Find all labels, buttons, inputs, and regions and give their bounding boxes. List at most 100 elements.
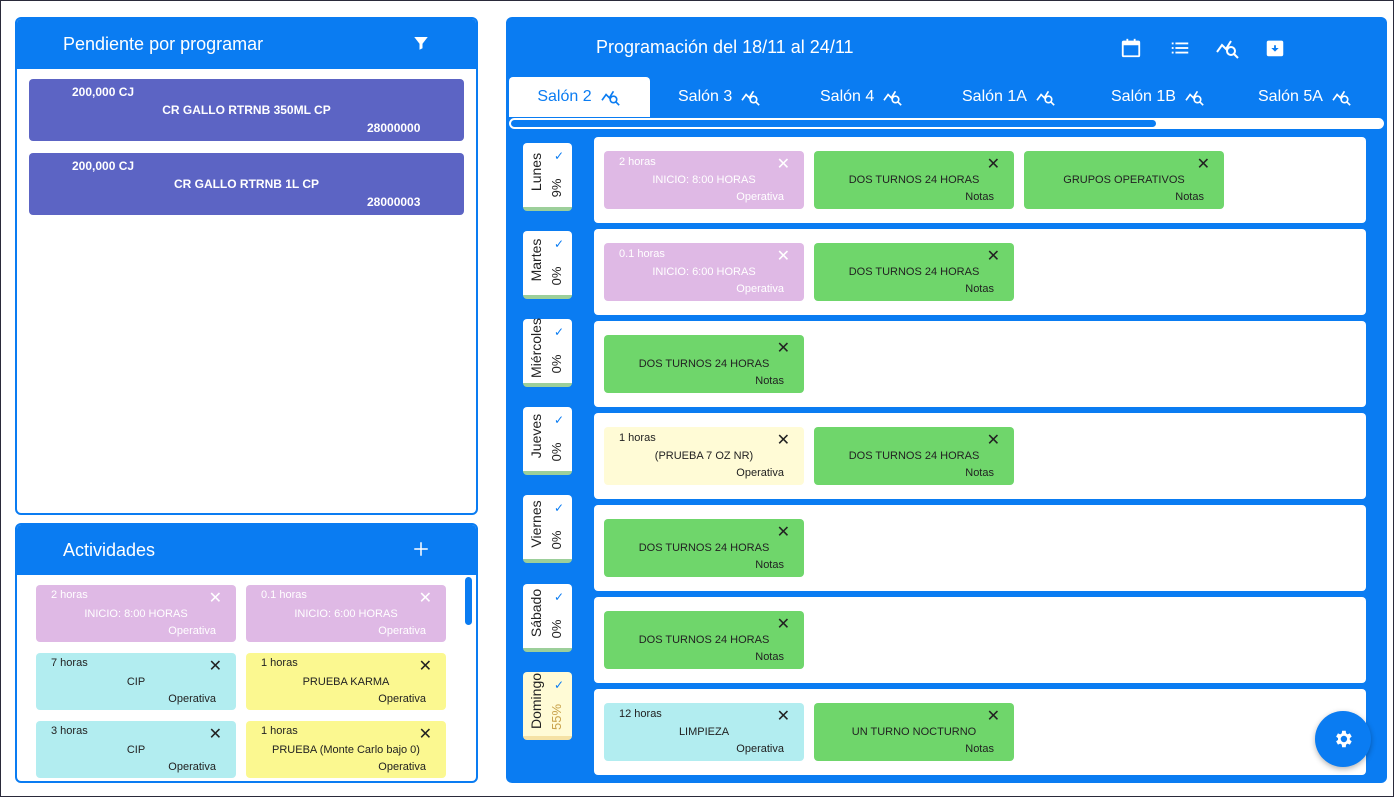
activity-hours: 3 horas — [51, 725, 88, 737]
close-icon[interactable]: ✕ — [987, 706, 1000, 726]
activity-title: INICIO: 8:00 HORAS — [84, 608, 188, 620]
day-tab-miercoles[interactable]: ✓ Miércoles 0% — [523, 318, 572, 387]
close-icon[interactable]: ✕ — [209, 656, 222, 676]
close-icon[interactable]: ✕ — [209, 724, 222, 744]
event-title: (PRUEBA 7 OZ NR) — [654, 450, 754, 462]
activity-card[interactable]: 2 horas INICIO: 8:00 HORAS Operativa ✕ — [36, 585, 236, 642]
event-type: Operativa — [736, 191, 784, 203]
tab-salon-4[interactable]: Salón 4 — [820, 77, 904, 117]
event-title: GRUPOS OPERATIVOS — [1063, 174, 1185, 186]
event-card[interactable]: DOS TURNOS 24 HORAS Notas ✕ — [814, 151, 1014, 209]
bird-icon: ✓ — [554, 237, 565, 251]
day-tab-jueves[interactable]: ✓ Jueves 0% — [523, 407, 572, 475]
calendar-icon[interactable] — [1120, 37, 1142, 64]
close-icon[interactable]: ✕ — [777, 522, 790, 542]
activity-type: Operativa — [168, 761, 216, 773]
bird-icon: ✓ — [554, 678, 565, 692]
close-icon[interactable]: ✕ — [777, 614, 790, 634]
tab-salon-2[interactable]: Salón 2 — [509, 77, 650, 117]
event-card[interactable]: DOS TURNOS 24 HORAS Notas ✕ — [814, 427, 1014, 485]
close-icon[interactable]: ✕ — [777, 430, 790, 450]
close-icon[interactable]: ✕ — [777, 338, 790, 358]
tab-salon-1a[interactable]: Salón 1A — [962, 77, 1057, 117]
bird-icon: ✓ — [554, 149, 565, 163]
close-icon[interactable]: ✕ — [419, 724, 432, 744]
close-icon[interactable]: ✕ — [777, 246, 790, 266]
event-card[interactable]: 0.1 horas INICIO: 6:00 HORAS Operativa ✕ — [604, 243, 804, 301]
event-card[interactable]: DOS TURNOS 24 HORAS Notas ✕ — [604, 519, 804, 577]
activity-title: CIP — [126, 744, 146, 756]
chart-search-icon[interactable] — [1216, 37, 1240, 64]
close-icon[interactable]: ✕ — [209, 588, 222, 608]
activity-card[interactable]: 1 horas PRUEBA KARMA Operativa ✕ — [246, 653, 446, 710]
activity-card[interactable]: 3 horas CIP Operativa ✕ — [36, 721, 236, 778]
event-card[interactable]: UN TURNO NOCTURNO Notas ✕ — [814, 703, 1014, 761]
tab-salon-5a[interactable]: Salón 5A — [1258, 77, 1353, 117]
activity-card[interactable]: 7 horas CIP Operativa ✕ — [36, 653, 236, 710]
chart-search-icon — [741, 90, 761, 106]
activity-type: Operativa — [168, 693, 216, 705]
close-icon[interactable]: ✕ — [419, 588, 432, 608]
day-tab-domingo[interactable]: ✓ Domingo 55% — [523, 672, 572, 740]
event-type: Notas — [755, 375, 784, 387]
chart-search-icon — [600, 90, 620, 106]
tab-label: Salón 4 — [820, 88, 875, 105]
day-name: Sábado — [528, 588, 544, 638]
archive-icon[interactable] — [1264, 37, 1286, 64]
day-tab-viernes[interactable]: ✓ Viernes 0% — [523, 495, 572, 563]
day-tab-sabado[interactable]: ✓ Sábado 0% — [523, 584, 572, 652]
activity-card[interactable]: 0.1 horas INICIO: 6:00 HORAS Operativa ✕ — [246, 585, 446, 642]
add-activity-button[interactable] — [412, 540, 430, 563]
event-hours: 1 horas — [619, 432, 656, 444]
day-percent: 0% — [549, 530, 564, 550]
close-icon[interactable]: ✕ — [1197, 154, 1210, 174]
day-tab-lunes[interactable]: ✓ Lunes 9% — [523, 143, 572, 211]
settings-button[interactable] — [1315, 711, 1371, 767]
close-icon[interactable]: ✕ — [419, 656, 432, 676]
event-type: Notas — [755, 559, 784, 571]
tab-salon-1b[interactable]: Salón 1B — [1111, 77, 1206, 117]
close-icon[interactable]: ✕ — [987, 246, 1000, 266]
event-type: Notas — [755, 651, 784, 663]
event-type: Notas — [1175, 191, 1204, 203]
close-icon[interactable]: ✕ — [987, 430, 1000, 450]
event-hours: 2 horas — [619, 156, 656, 168]
event-card[interactable]: GRUPOS OPERATIVOS Notas ✕ — [1024, 151, 1224, 209]
activities-scrollbar[interactable] — [464, 575, 474, 779]
activity-hours: 0.1 horas — [261, 589, 307, 601]
pending-item[interactable]: 200,000 CJ CR GALLO RTRNB 1L CP 28000003 — [29, 153, 464, 215]
event-card[interactable]: 1 horas (PRUEBA 7 OZ NR) Operativa ✕ — [604, 427, 804, 485]
close-icon[interactable]: ✕ — [987, 154, 1000, 174]
filter-icon[interactable] — [412, 34, 430, 57]
tabs-scroll-progress[interactable] — [509, 118, 1384, 129]
event-title: DOS TURNOS 24 HORAS — [848, 174, 980, 186]
event-card[interactable]: 12 horas LIMPIEZA Operativa ✕ — [604, 703, 804, 761]
day-name: Viernes — [528, 500, 544, 548]
close-icon[interactable]: ✕ — [777, 706, 790, 726]
tab-salon-3[interactable]: Salón 3 — [678, 77, 762, 117]
day-tab-martes[interactable]: ✓ Martes 0% — [523, 231, 572, 299]
activity-hours: 7 horas — [51, 657, 88, 669]
close-icon[interactable]: ✕ — [777, 154, 790, 174]
event-title: UN TURNO NOCTURNO — [851, 726, 977, 738]
pending-item-code: 28000003 — [367, 195, 421, 209]
activities-title: Actividades — [63, 539, 156, 560]
event-card[interactable]: DOS TURNOS 24 HORAS Notas ✕ — [814, 243, 1014, 301]
event-type: Notas — [965, 467, 994, 479]
event-hours: 0.1 horas — [619, 248, 665, 260]
day-percent: 9% — [549, 178, 564, 198]
activities-panel: Actividades 2 horas INICIO: 8:00 HORAS O… — [15, 523, 478, 783]
tabs-scroll-progress-fill — [511, 120, 1156, 127]
event-title: INICIO: 8:00 HORAS — [652, 174, 756, 186]
event-card[interactable]: DOS TURNOS 24 HORAS Notas ✕ — [604, 611, 804, 669]
event-card[interactable]: DOS TURNOS 24 HORAS Notas ✕ — [604, 335, 804, 393]
event-title: LIMPIEZA — [678, 726, 730, 738]
list-icon[interactable] — [1169, 37, 1191, 64]
event-card[interactable]: 2 horas INICIO: 8:00 HORAS Operativa ✕ — [604, 151, 804, 209]
scrollbar-thumb[interactable] — [465, 577, 472, 625]
pending-item-qty: 200,000 CJ — [72, 159, 135, 173]
activity-card[interactable]: 1 horas PRUEBA (Monte Carlo bajo 0) Oper… — [246, 721, 446, 778]
event-title: INICIO: 6:00 HORAS — [652, 266, 756, 278]
pending-item[interactable]: 200,000 CJ CR GALLO RTRNB 350ML CP 28000… — [29, 79, 464, 141]
day-row-jueves: 1 horas (PRUEBA 7 OZ NR) Operativa ✕ DOS… — [594, 413, 1366, 499]
